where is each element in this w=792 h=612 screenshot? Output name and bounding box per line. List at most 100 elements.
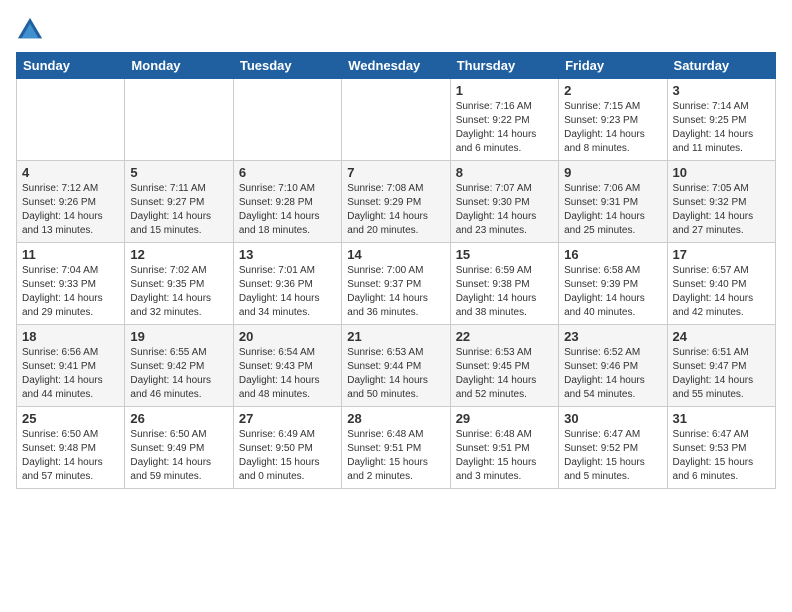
calendar-cell: 6 Sunrise: 7:10 AM Sunset: 9:28 PM Daylig… <box>233 161 341 243</box>
calendar-cell: 28 Sunrise: 6:48 AM Sunset: 9:51 PM Dayli… <box>342 407 450 489</box>
calendar-cell: 11 Sunrise: 7:04 AM Sunset: 9:33 PM Dayli… <box>17 243 125 325</box>
cell-content: Sunrise: 7:01 AM Sunset: 9:36 PM Dayligh… <box>239 264 336 320</box>
weekday-header-row: SundayMondayTuesdayWednesdayThursdayFrid… <box>17 53 776 79</box>
calendar-cell: 30 Sunrise: 6:47 AM Sunset: 9:52 PM Dayli… <box>559 407 667 489</box>
calendar-cell: 21Sunrise: 6:53 AM Sunset: 9:44 PM Dayli… <box>342 325 450 407</box>
calendar-cell: 1 Sunrise: 7:16 AM Sunset: 9:22 PM Daylig… <box>450 79 558 161</box>
calendar-cell <box>125 79 233 161</box>
calendar-cell <box>17 79 125 161</box>
day-number: 13 <box>239 247 336 262</box>
day-number: 25 <box>22 411 119 426</box>
calendar-cell: 26 Sunrise: 6:50 AM Sunset: 9:49 PM Dayli… <box>125 407 233 489</box>
cell-content: Sunrise: 7:15 AM Sunset: 9:23 PM Dayligh… <box>564 100 661 156</box>
day-number: 24 <box>673 329 770 344</box>
day-number: 17 <box>673 247 770 262</box>
weekday-header-friday: Friday <box>559 53 667 79</box>
cell-content: Sunrise: 7:00 AM Sunset: 9:37 PM Dayligh… <box>347 264 444 320</box>
calendar-cell: 10Sunrise: 7:05 AM Sunset: 9:32 PM Dayli… <box>667 161 775 243</box>
day-number: 4 <box>22 165 119 180</box>
calendar-cell: 5 Sunrise: 7:11 AM Sunset: 9:27 PM Daylig… <box>125 161 233 243</box>
day-number: 11 <box>22 247 119 262</box>
weekday-header-wednesday: Wednesday <box>342 53 450 79</box>
page-wrapper: SundayMondayTuesdayWednesdayThursdayFrid… <box>16 16 776 489</box>
cell-content: Sunrise: 6:54 AM Sunset: 9:43 PM Dayligh… <box>239 346 336 402</box>
calendar-cell: 17 Sunrise: 6:57 AM Sunset: 9:40 PM Dayli… <box>667 243 775 325</box>
day-number: 18 <box>22 329 119 344</box>
cell-content: Sunrise: 6:48 AM Sunset: 9:51 PM Dayligh… <box>456 428 553 484</box>
weekday-header-monday: Monday <box>125 53 233 79</box>
cell-content: Sunrise: 7:16 AM Sunset: 9:22 PM Dayligh… <box>456 100 553 156</box>
calendar-cell: 22Sunrise: 6:53 AM Sunset: 9:45 PM Dayli… <box>450 325 558 407</box>
day-number: 14 <box>347 247 444 262</box>
cell-content: Sunrise: 6:51 AM Sunset: 9:47 PM Dayligh… <box>673 346 770 402</box>
cell-content: Sunrise: 6:58 AM Sunset: 9:39 PM Dayligh… <box>564 264 661 320</box>
cell-content: Sunrise: 7:04 AM Sunset: 9:33 PM Dayligh… <box>22 264 119 320</box>
day-number: 22 <box>456 329 553 344</box>
cell-content: Sunrise: 6:47 AM Sunset: 9:52 PM Dayligh… <box>564 428 661 484</box>
day-number: 6 <box>239 165 336 180</box>
calendar-cell: 8 Sunrise: 7:07 AM Sunset: 9:30 PM Daylig… <box>450 161 558 243</box>
cell-content: Sunrise: 6:56 AM Sunset: 9:41 PM Dayligh… <box>22 346 119 402</box>
weekday-header-sunday: Sunday <box>17 53 125 79</box>
calendar-week-row: 1 Sunrise: 7:16 AM Sunset: 9:22 PM Daylig… <box>17 79 776 161</box>
calendar-week-row: 25Sunrise: 6:50 AM Sunset: 9:48 PM Dayli… <box>17 407 776 489</box>
calendar-cell <box>342 79 450 161</box>
cell-content: Sunrise: 6:57 AM Sunset: 9:40 PM Dayligh… <box>673 264 770 320</box>
cell-content: Sunrise: 7:10 AM Sunset: 9:28 PM Dayligh… <box>239 182 336 238</box>
calendar-cell: 4 Sunrise: 7:12 AM Sunset: 9:26 PM Daylig… <box>17 161 125 243</box>
day-number: 1 <box>456 83 553 98</box>
day-number: 28 <box>347 411 444 426</box>
calendar-cell: 18 Sunrise: 6:56 AM Sunset: 9:41 PM Dayli… <box>17 325 125 407</box>
cell-content: Sunrise: 6:49 AM Sunset: 9:50 PM Dayligh… <box>239 428 336 484</box>
cell-content: Sunrise: 7:05 AM Sunset: 9:32 PM Dayligh… <box>673 182 770 238</box>
day-number: 27 <box>239 411 336 426</box>
cell-content: Sunrise: 7:12 AM Sunset: 9:26 PM Dayligh… <box>22 182 119 238</box>
calendar-cell: 3 Sunrise: 7:14 AM Sunset: 9:25 PM Daylig… <box>667 79 775 161</box>
calendar-week-row: 11 Sunrise: 7:04 AM Sunset: 9:33 PM Dayli… <box>17 243 776 325</box>
day-number: 7 <box>347 165 444 180</box>
day-number: 12 <box>130 247 227 262</box>
cell-content: Sunrise: 6:47 AM Sunset: 9:53 PM Dayligh… <box>673 428 770 484</box>
day-number: 29 <box>456 411 553 426</box>
day-number: 23 <box>564 329 661 344</box>
calendar-cell: 15Sunrise: 6:59 AM Sunset: 9:38 PM Dayli… <box>450 243 558 325</box>
calendar-week-row: 18 Sunrise: 6:56 AM Sunset: 9:41 PM Dayli… <box>17 325 776 407</box>
day-number: 30 <box>564 411 661 426</box>
day-number: 9 <box>564 165 661 180</box>
day-number: 31 <box>673 411 770 426</box>
day-number: 26 <box>130 411 227 426</box>
weekday-header-tuesday: Tuesday <box>233 53 341 79</box>
cell-content: Sunrise: 7:08 AM Sunset: 9:29 PM Dayligh… <box>347 182 444 238</box>
cell-content: Sunrise: 6:50 AM Sunset: 9:49 PM Dayligh… <box>130 428 227 484</box>
calendar-cell: 24 Sunrise: 6:51 AM Sunset: 9:47 PM Dayli… <box>667 325 775 407</box>
cell-content: Sunrise: 7:02 AM Sunset: 9:35 PM Dayligh… <box>130 264 227 320</box>
header <box>16 16 776 44</box>
weekday-header-thursday: Thursday <box>450 53 558 79</box>
day-number: 5 <box>130 165 227 180</box>
calendar-cell: 29 Sunrise: 6:48 AM Sunset: 9:51 PM Dayli… <box>450 407 558 489</box>
calendar-cell: 14 Sunrise: 7:00 AM Sunset: 9:37 PM Dayli… <box>342 243 450 325</box>
cell-content: Sunrise: 6:59 AM Sunset: 9:38 PM Dayligh… <box>456 264 553 320</box>
cell-content: Sunrise: 6:52 AM Sunset: 9:46 PM Dayligh… <box>564 346 661 402</box>
day-number: 16 <box>564 247 661 262</box>
cell-content: Sunrise: 7:07 AM Sunset: 9:30 PM Dayligh… <box>456 182 553 238</box>
calendar-cell: 7 Sunrise: 7:08 AM Sunset: 9:29 PM Daylig… <box>342 161 450 243</box>
cell-content: Sunrise: 7:06 AM Sunset: 9:31 PM Dayligh… <box>564 182 661 238</box>
calendar-cell: 27 Sunrise: 6:49 AM Sunset: 9:50 PM Dayli… <box>233 407 341 489</box>
calendar-cell: 31 Sunrise: 6:47 AM Sunset: 9:53 PM Dayli… <box>667 407 775 489</box>
day-number: 21 <box>347 329 444 344</box>
cell-content: Sunrise: 7:11 AM Sunset: 9:27 PM Dayligh… <box>130 182 227 238</box>
calendar-cell: 2 Sunrise: 7:15 AM Sunset: 9:23 PM Daylig… <box>559 79 667 161</box>
calendar-cell: 9 Sunrise: 7:06 AM Sunset: 9:31 PM Daylig… <box>559 161 667 243</box>
cell-content: Sunrise: 6:55 AM Sunset: 9:42 PM Dayligh… <box>130 346 227 402</box>
day-number: 8 <box>456 165 553 180</box>
day-number: 3 <box>673 83 770 98</box>
calendar-cell: 25Sunrise: 6:50 AM Sunset: 9:48 PM Dayli… <box>17 407 125 489</box>
cell-content: Sunrise: 7:14 AM Sunset: 9:25 PM Dayligh… <box>673 100 770 156</box>
cell-content: Sunrise: 6:48 AM Sunset: 9:51 PM Dayligh… <box>347 428 444 484</box>
day-number: 2 <box>564 83 661 98</box>
calendar-cell: 13 Sunrise: 7:01 AM Sunset: 9:36 PM Dayli… <box>233 243 341 325</box>
weekday-header-saturday: Saturday <box>667 53 775 79</box>
calendar-cell: 23 Sunrise: 6:52 AM Sunset: 9:46 PM Dayli… <box>559 325 667 407</box>
calendar-cell: 20Sunrise: 6:54 AM Sunset: 9:43 PM Dayli… <box>233 325 341 407</box>
